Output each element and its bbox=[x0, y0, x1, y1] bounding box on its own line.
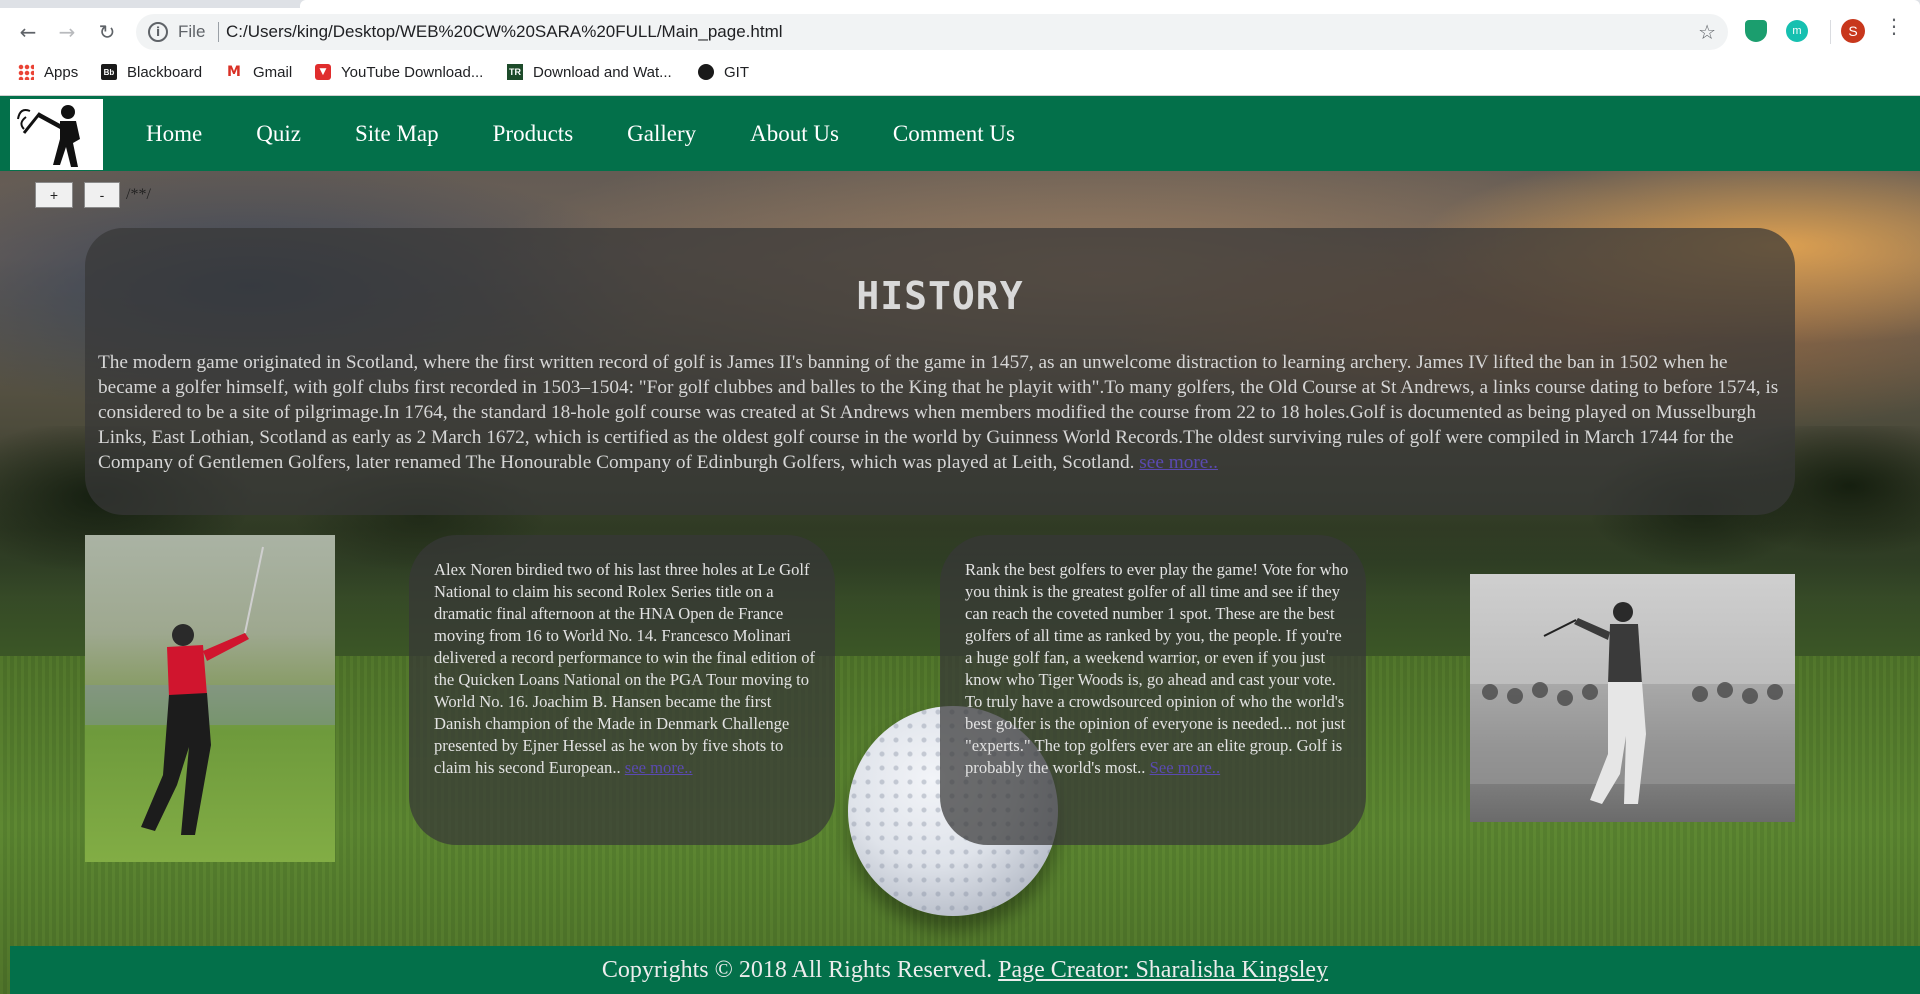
ranking-see-more-link[interactable]: See more.. bbox=[1150, 758, 1221, 777]
url-scheme: File bbox=[178, 22, 206, 41]
shield-extension-icon[interactable] bbox=[1745, 20, 1767, 42]
info-icon[interactable]: i bbox=[148, 22, 168, 42]
bookmark-star-icon[interactable]: ☆ bbox=[1698, 20, 1716, 44]
nav-site-map[interactable]: Site Map bbox=[355, 121, 439, 147]
tab-strip bbox=[0, 0, 1920, 8]
copyright-text: Copyrights © 2018 All Rights Reserved. bbox=[601, 956, 999, 983]
forward-arrow-icon[interactable]: → bbox=[53, 18, 81, 46]
news-text: Alex Noren birdied two of his last three… bbox=[434, 559, 819, 779]
golfer-logo[interactable] bbox=[10, 99, 103, 170]
site-footer: Copyrights © 2018 All Rights Reserved. P… bbox=[10, 946, 1920, 994]
ranking-card: Rank the best golfers to ever play the g… bbox=[940, 535, 1366, 845]
download-watch-icon: TR bbox=[507, 64, 523, 80]
golfer-silhouette-icon bbox=[17, 105, 80, 167]
page-viewport: Home Quiz Site Map Products Gallery Abou… bbox=[0, 96, 1920, 994]
blackboard-icon: Bb bbox=[101, 64, 117, 80]
bookmark-label: Apps bbox=[44, 63, 79, 81]
main-nav: Home Quiz Site Map Products Gallery Abou… bbox=[146, 96, 1069, 171]
bookmark-label: YouTube Download... bbox=[341, 63, 484, 81]
news-body: Alex Noren birdied two of his last three… bbox=[434, 560, 816, 777]
reload-icon[interactable]: ↻ bbox=[93, 18, 121, 46]
bookmark-label: Download and Wat... bbox=[533, 63, 672, 81]
history-body: The modern game originated in Scotland, … bbox=[98, 352, 1779, 473]
page-creator-link[interactable]: Page Creator: Sharalisha Kingsley bbox=[998, 957, 1328, 983]
apps-grid-icon bbox=[18, 64, 34, 80]
history-panel: HISTORY The modern game originated in Sc… bbox=[85, 228, 1795, 515]
ranking-text: Rank the best golfers to ever play the g… bbox=[965, 559, 1350, 779]
history-title: HISTORY bbox=[856, 274, 1024, 318]
github-icon bbox=[698, 64, 714, 80]
url-separator bbox=[218, 22, 219, 42]
decrease-font-button[interactable]: - bbox=[84, 182, 120, 208]
bookmark-git[interactable]: GIT bbox=[698, 58, 749, 86]
bookmark-youtube-download[interactable]: ▼ YouTube Download... bbox=[315, 58, 483, 86]
nav-products[interactable]: Products bbox=[493, 121, 574, 147]
gmail-icon: M bbox=[227, 64, 241, 80]
profile-avatar[interactable]: S bbox=[1841, 19, 1865, 43]
back-arrow-icon[interactable]: ← bbox=[14, 18, 42, 46]
bookmark-download-watch[interactable]: TR Download and Wat... bbox=[507, 58, 672, 86]
bookmark-label: Gmail bbox=[253, 63, 293, 81]
url-text[interactable]: C:/Users/king/Desktop/WEB%20CW%20SARA%20… bbox=[226, 22, 783, 42]
nav-gallery[interactable]: Gallery bbox=[627, 121, 696, 147]
golfer-figure-icon bbox=[85, 546, 335, 835]
youtube-download-icon: ▼ bbox=[315, 64, 331, 80]
menu-dots-icon[interactable]: ⋮ bbox=[1884, 16, 1904, 36]
font-size-controls: + - /**/ bbox=[35, 182, 151, 208]
nav-quiz[interactable]: Quiz bbox=[256, 121, 301, 147]
bookmark-blackboard[interactable]: Bb Blackboard bbox=[101, 58, 202, 86]
address-bar[interactable]: i File C:/Users/king/Desktop/WEB%20CW%20… bbox=[136, 14, 1728, 50]
bookmark-label: Blackboard bbox=[127, 63, 203, 81]
nav-home[interactable]: Home bbox=[146, 121, 202, 147]
stray-comment-text: /**/ bbox=[126, 186, 151, 203]
bookmark-gmail[interactable]: M Gmail bbox=[225, 58, 292, 86]
active-tab-edge bbox=[300, 0, 1920, 8]
site-header: Home Quiz Site Map Products Gallery Abou… bbox=[0, 96, 1920, 171]
toolbar-divider bbox=[1830, 20, 1831, 44]
bookmarks-bar: Apps Bb Blackboard M Gmail ▼ YouTube Dow… bbox=[0, 58, 1920, 86]
nav-comment-us[interactable]: Comment Us bbox=[893, 121, 1015, 147]
nav-about-us[interactable]: About Us bbox=[750, 121, 839, 147]
vintage-golfer-photo bbox=[1470, 574, 1795, 822]
bookmark-apps[interactable]: Apps bbox=[18, 58, 78, 86]
footer-text: Copyrights © 2018 All Rights Reserved. P… bbox=[602, 957, 1328, 984]
vintage-golfer-figure-icon bbox=[1470, 602, 1795, 804]
golfer-red-shirt-photo bbox=[85, 535, 335, 862]
increase-font-button[interactable]: + bbox=[35, 182, 73, 208]
ranking-body: Rank the best golfers to ever play the g… bbox=[965, 560, 1349, 777]
extension-icon[interactable]: m bbox=[1786, 20, 1808, 42]
news-card: Alex Noren birdied two of his last three… bbox=[409, 535, 835, 845]
history-text: The modern game originated in Scotland, … bbox=[98, 350, 1788, 475]
browser-chrome: ← → ↻ i File C:/Users/king/Desktop/WEB%2… bbox=[0, 0, 1920, 96]
bookmark-label: GIT bbox=[724, 63, 749, 81]
news-see-more-link[interactable]: see more.. bbox=[625, 758, 693, 777]
history-see-more-link[interactable]: see more.. bbox=[1139, 452, 1218, 473]
